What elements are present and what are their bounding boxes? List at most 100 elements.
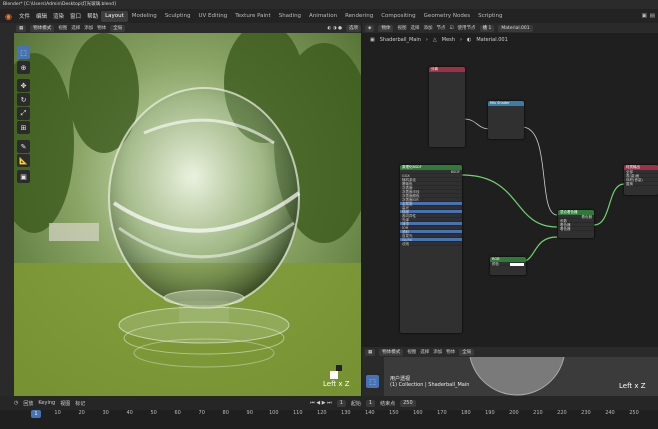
tab-uv-editing[interactable]: UV Editing [195,11,232,22]
tab-sculpting[interactable]: Sculpting [161,11,195,22]
node-input-row[interactable]: 着色器 [558,227,594,231]
shading-mode-icons[interactable]: ◐ ◑ ● [327,26,342,31]
timeline-header: ◷ 回放 Keying 视图 标记 ⏮ ◀ ▶ ⏭ 1 起始 1 结束点 250 [0,396,658,410]
timeline-tick: 240 [605,410,615,416]
material-output-node[interactable]: 材质输出 全部 表(曲)面 体积(音量) 置换 [624,165,658,195]
timeline-tick: 210 [533,410,543,416]
add-cube-icon: ▣ [20,172,27,181]
editor-type-button[interactable]: ▦ [16,24,27,32]
timeline-tick: 140 [365,410,375,416]
axis-gizmo-box-dark [336,365,342,371]
principled-bsdf-node[interactable]: 原理化BSDF BSDF GGX 随机游走 基础色 次表面 次表面半径 次表面颜… [400,165,462,333]
material-dropdown[interactable]: Material.001 [498,24,533,32]
transform-tool[interactable]: ⊞ [17,121,30,134]
menu-file[interactable]: 文件 [16,12,33,20]
move-tool[interactable]: ✥ [17,79,30,92]
current-frame-field[interactable]: 1 [336,399,346,407]
tab-modeling[interactable]: Modeling [128,11,161,22]
timeline-tick: 150 [389,410,399,416]
select-box-tool[interactable]: ⬚ [366,375,379,388]
mini-menu-add[interactable]: 添加 [433,349,442,355]
options-button[interactable]: 选项 [346,24,361,32]
scene-icon[interactable]: ▣ [642,13,647,19]
node-input-row[interactable]: 置换 [624,182,658,186]
mode-dropdown[interactable]: 物体模式 [379,348,404,356]
slot-dropdown[interactable]: 槽 1 [479,24,495,32]
axis-gizmo-box [330,371,338,379]
timeline-menu-keying[interactable]: Keying [38,400,55,406]
timeline-menu-marker[interactable]: 标记 [75,400,85,407]
ne-menu-select[interactable]: 选择 [410,25,419,31]
mix-node[interactable]: Mix Shader [488,101,524,139]
mini-menu-view[interactable]: 视图 [407,349,416,355]
transform-orientation-dropdown[interactable]: 全局 [459,348,475,356]
tab-geometry-nodes[interactable]: Geometry Nodes [420,11,474,22]
rotate-tool[interactable]: ↻ [17,93,30,106]
select-box-icon: ⬚ [20,48,27,57]
view-layer-icon[interactable]: ▤ [650,13,655,19]
timeline-tick: 200 [509,410,519,416]
timeline-editor-icon[interactable]: ◷ [14,400,18,406]
transform-icon: ⊞ [20,123,27,132]
rgb-node[interactable]: RGB 颜色 [490,257,526,275]
breadcrumb-object: Shaderball_Main [379,37,421,43]
node-title: 分离 [429,67,465,72]
timeline-menu-playback[interactable]: 回放 [23,400,33,407]
separate-node[interactable]: 分离 [429,67,465,147]
menu-edit[interactable]: 编辑 [33,12,50,20]
tab-scripting[interactable]: Scripting [474,11,506,22]
add-cube-tool[interactable]: ▣ [17,170,30,183]
timeline-tick: 50 [150,410,157,416]
timeline-tick: 10 [54,410,61,416]
viewport-menu-view[interactable]: 视图 [58,25,67,31]
tab-texture-paint[interactable]: Texture Paint [231,11,275,22]
glass-shaderball [108,87,301,368]
menu-render[interactable]: 渲染 [50,12,67,20]
ne-menu-node[interactable]: 节点 [436,25,445,31]
cursor-tool[interactable]: ⊕ [17,61,30,74]
timeline-menu-view[interactable]: 视图 [60,400,70,407]
tab-layout[interactable]: Layout [101,10,128,22]
shader-type-dropdown[interactable]: 物体 [378,24,394,32]
menu-help[interactable]: 帮助 [84,12,101,20]
editor-type-button[interactable]: ◈ [365,24,375,32]
color-row[interactable]: 颜色 [490,262,526,266]
mode-dropdown[interactable]: 物体模式 [30,24,55,32]
tab-animation[interactable]: Animation [305,11,341,22]
menu-window[interactable]: 窗口 [67,12,84,20]
blender-logo-icon[interactable]: ◉ [3,11,14,21]
ne-menu-add[interactable]: 添加 [423,25,432,31]
start-frame-field[interactable]: 1 [365,399,376,407]
mini-menu-select[interactable]: 选择 [420,349,429,355]
use-nodes-checkbox[interactable]: ☑ [449,26,453,31]
move-icon: ✥ [20,81,27,90]
ne-menu-view[interactable]: 视图 [397,25,406,31]
annotate-tool[interactable]: ✎ [17,140,30,153]
timeline-tick: 190 [485,410,495,416]
rotate-icon: ↻ [20,95,27,104]
transform-orientation-dropdown[interactable]: 全局 [110,24,126,32]
editor-type-button[interactable]: ▦ [365,348,376,356]
viewport-menu-object[interactable]: 物体 [97,25,106,31]
mini-menu-object[interactable]: 物体 [446,349,455,355]
tab-shading[interactable]: Shading [275,11,305,22]
tab-compositing[interactable]: Compositing [377,11,419,22]
viewport-3d[interactable] [14,33,361,396]
viewport-menu-select[interactable]: 选择 [71,25,80,31]
mini-viewport[interactable]: ⬚ 用户透视 (1) Collection | Shaderball_Main [362,357,658,396]
playback-controls[interactable]: ⏮ ◀ ▶ ⏭ [310,400,331,406]
measure-tool[interactable]: 📐 [17,154,30,167]
tab-rendering[interactable]: Rendering [341,11,377,22]
node-input-row[interactable]: 法线 [400,242,462,246]
cursor-icon: ⊕ [20,63,27,72]
mix-shader-node[interactable]: 混合着色器 着色器 系数 着色器 着色器 [558,210,594,238]
end-frame-field[interactable]: 250 [400,399,416,407]
viewport-menu-add[interactable]: 添加 [84,25,93,31]
select-box-tool[interactable]: ⬚ [17,46,30,59]
playhead[interactable]: 1 [31,410,41,418]
mini-viewport-header: ▦ 物体模式 视图 选择 添加 物体 全局 [362,347,658,357]
scale-tool[interactable]: ⤢ [17,107,30,120]
node-editor-header: ◈ 物体 视图 选择 添加 节点 ☑ 使用节点 槽 1 Material.001 [362,23,658,33]
timeline-tick: 110 [292,410,303,416]
node-editor-canvas[interactable]: 分离 Mix Shader 原理化BSDF BSDF GGX 随机游走 基础色 … [362,47,658,347]
